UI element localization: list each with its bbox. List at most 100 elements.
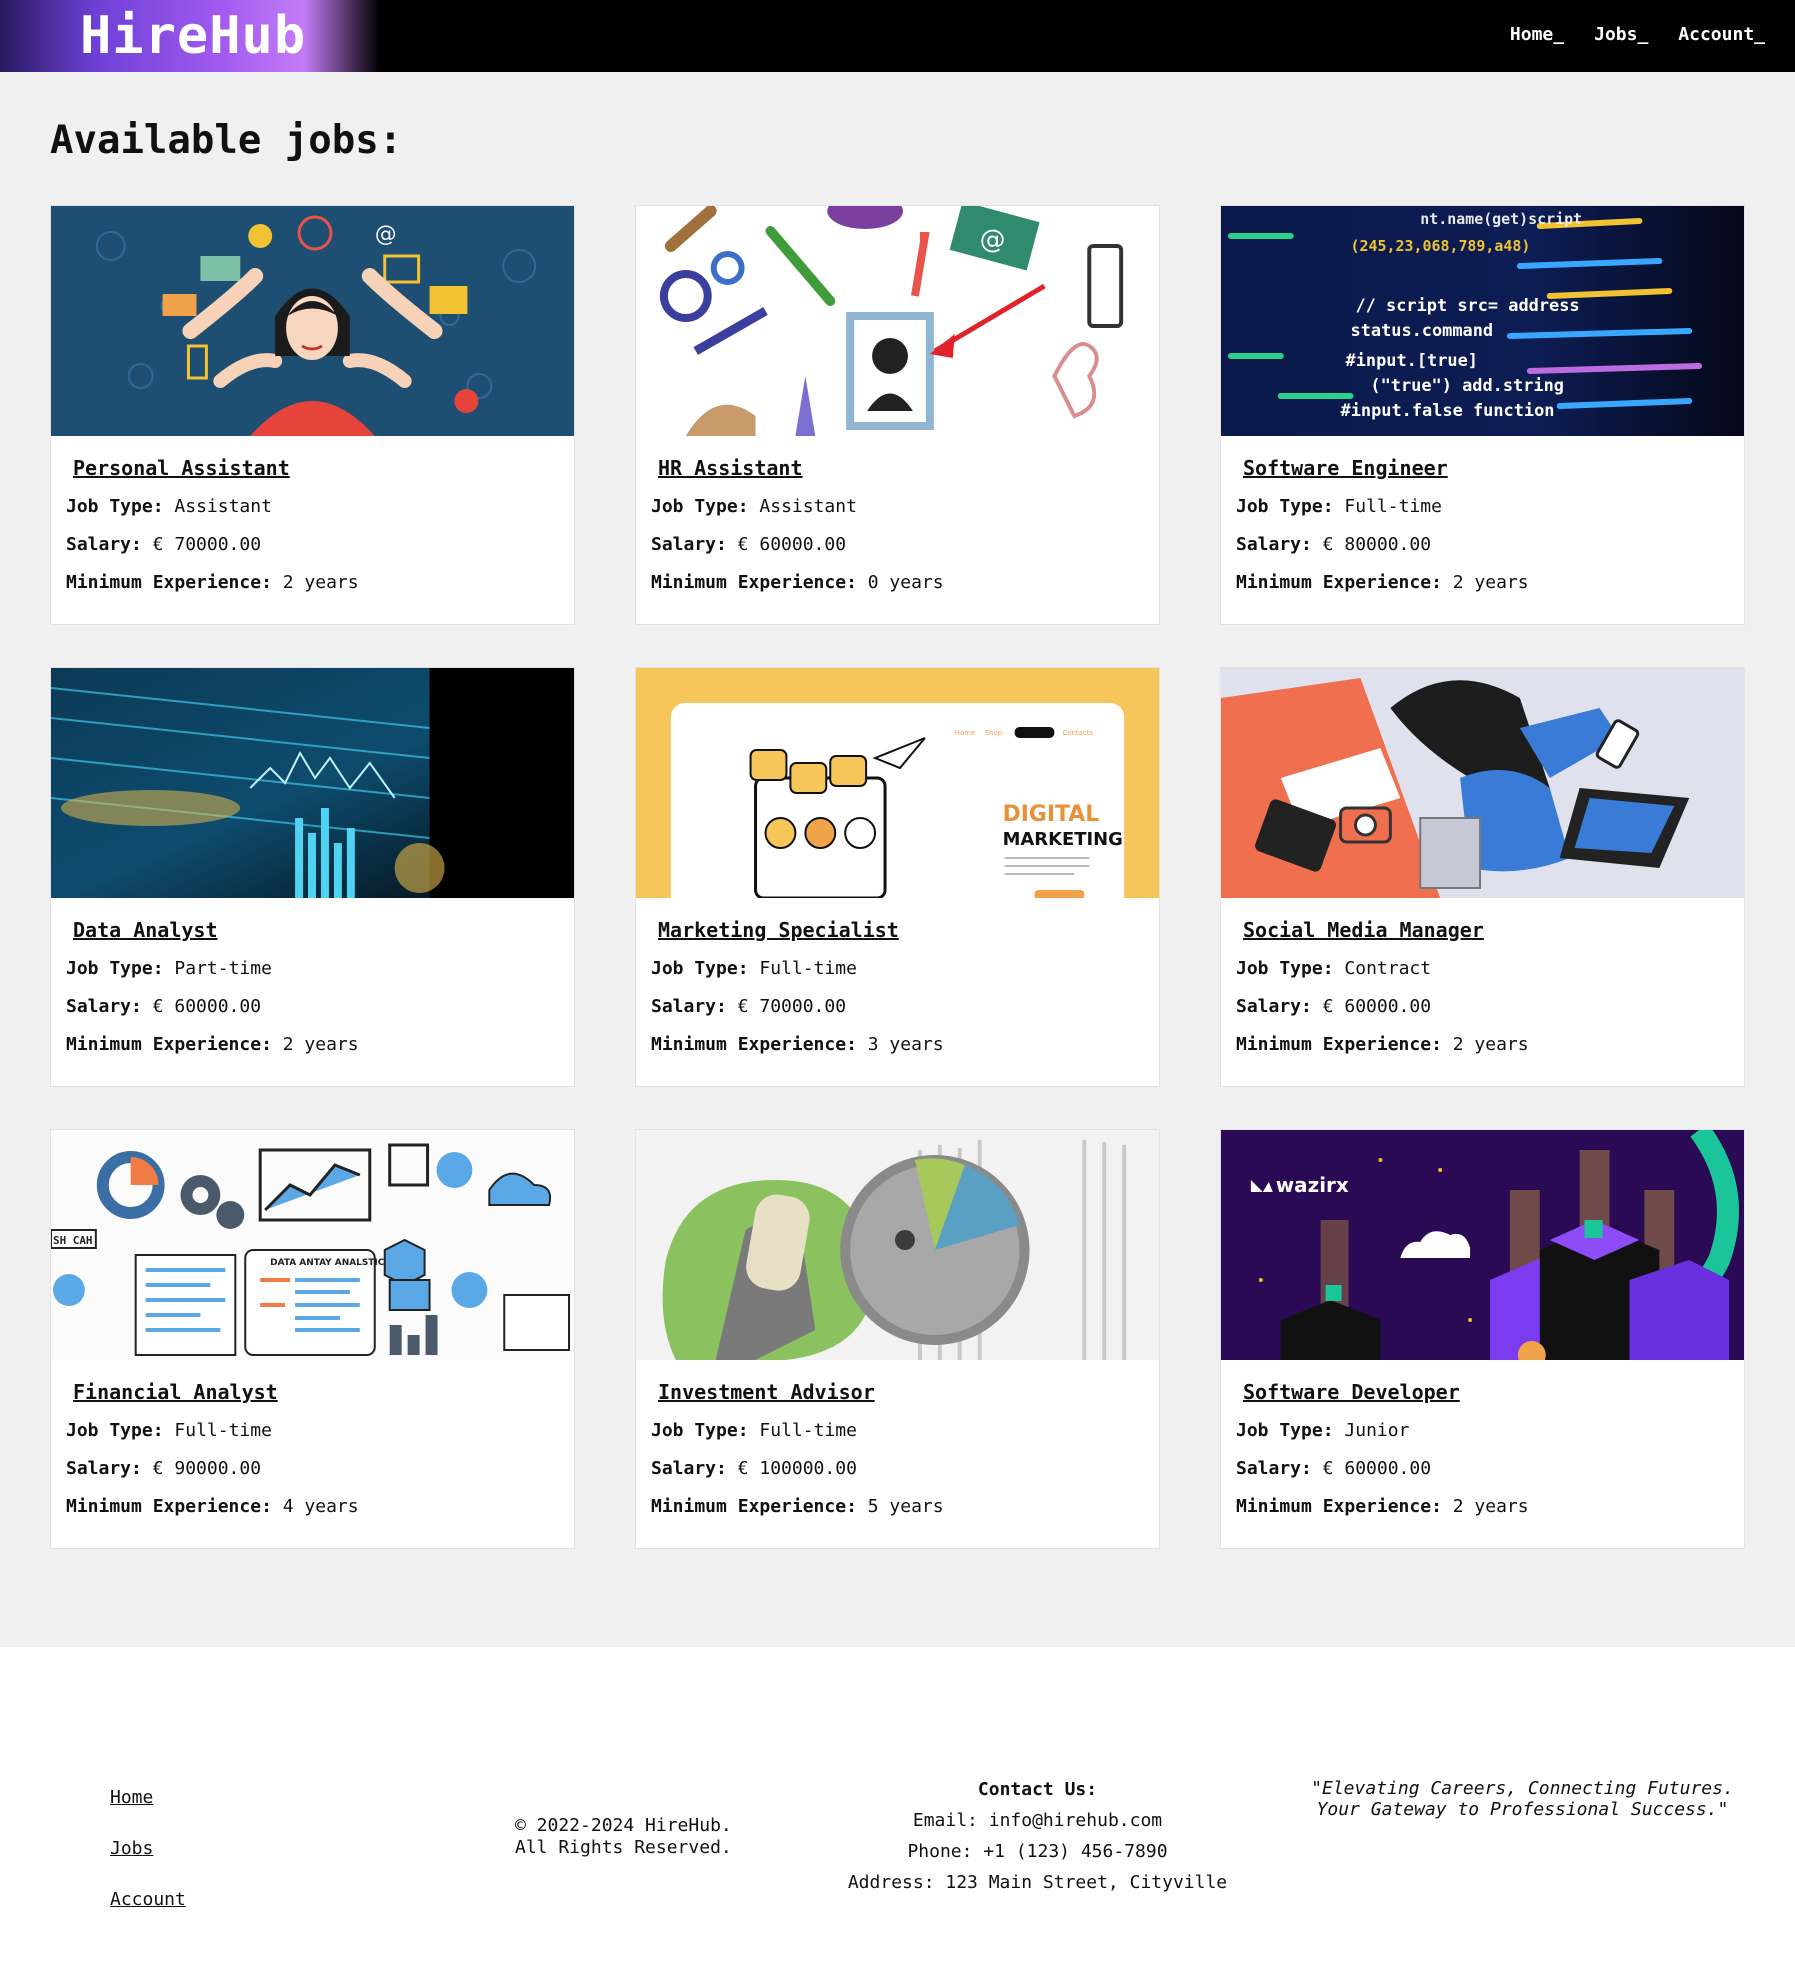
experience-label: Minimum Experience:	[651, 1496, 857, 1517]
job-title[interactable]: Software Engineer	[1243, 456, 1448, 480]
svg-text:@: @	[980, 225, 1006, 255]
job-type-field: Job Type: Part-time	[66, 958, 574, 979]
svg-text:status.command: status.command	[1351, 320, 1494, 340]
job-card[interactable]: Investment Advisor Job Type: Full-time S…	[635, 1129, 1160, 1549]
experience-label: Minimum Experience:	[1236, 1496, 1442, 1517]
experience-label: Minimum Experience:	[66, 572, 272, 593]
salary-value: € 90000.00	[152, 1458, 262, 1479]
job-type-field: Job Type: Full-time	[66, 1420, 574, 1441]
salary-value: € 60000.00	[152, 996, 262, 1017]
salary-label: Salary:	[1236, 1458, 1312, 1479]
footer-home-link[interactable]: Home	[110, 1787, 186, 1808]
job-card[interactable]: Home Shop Contacts DIGITAL MARKETING Marke…	[635, 667, 1160, 1087]
job-title[interactable]: Social Media Manager	[1243, 918, 1484, 942]
experience-label: Minimum Experience:	[651, 1034, 857, 1055]
experience-value: 3 years	[867, 1034, 944, 1055]
nav-account-link[interactable]: Account_	[1678, 24, 1765, 45]
brand-logo[interactable]: HireHub	[0, 0, 380, 72]
svg-text:#input.false function: #input.false function	[1341, 400, 1555, 420]
experience-value: 2 years	[282, 572, 359, 593]
site-footer: Home Jobs Account © 2022-2024 HireHub. A…	[0, 1647, 1795, 1970]
job-image-social-media-manager	[1221, 668, 1744, 898]
experience-label: Minimum Experience:	[66, 1034, 272, 1055]
brand-name[interactable]: HireHub	[80, 6, 306, 66]
contact-address: Address: 123 Main Street, Cityville	[847, 1872, 1228, 1893]
job-type-label: Job Type:	[66, 496, 164, 517]
job-type-field: Job Type: Full-time	[1236, 496, 1744, 517]
job-image-software-engineer: (245,23,068,789,a48) // script src= addr…	[1221, 206, 1744, 436]
salary-label: Salary:	[651, 534, 727, 555]
job-card[interactable]: Data Analyst Job Type: Part-time Salary:…	[50, 667, 575, 1087]
experience-field: Minimum Experience: 4 years	[66, 1496, 574, 1517]
job-type-label: Job Type:	[651, 958, 749, 979]
job-image-marketing-specialist: Home Shop Contacts DIGITAL MARKETING	[636, 668, 1159, 898]
experience-label: Minimum Experience:	[1236, 572, 1442, 593]
svg-text:@: @	[375, 222, 397, 247]
salary-value: € 70000.00	[152, 534, 262, 555]
job-type-value: Contract	[1344, 958, 1432, 979]
salary-value: € 60000.00	[1322, 996, 1432, 1017]
job-type-label: Job Type:	[651, 496, 749, 517]
experience-field: Minimum Experience: 3 years	[651, 1034, 1159, 1055]
job-type-value: Assistant	[174, 496, 272, 517]
job-title[interactable]: Investment Advisor	[658, 1380, 875, 1404]
experience-label: Minimum Experience:	[651, 572, 857, 593]
wazirx-logo-text: wazirx	[1276, 1173, 1349, 1197]
page-title: Available jobs:	[50, 118, 403, 163]
experience-field: Minimum Experience: 5 years	[651, 1496, 1159, 1517]
footer-links: Home Jobs Account	[110, 1787, 186, 1910]
job-image-hr-assistant: @	[636, 206, 1159, 436]
job-card[interactable]: @ HR Assistant Job Type: Assistant Salar…	[635, 205, 1160, 625]
nav-home-link[interactable]: Home_	[1510, 24, 1564, 45]
job-type-label: Job Type:	[651, 1420, 749, 1441]
salary-field: Salary: € 60000.00	[66, 996, 574, 1017]
job-grid: @ Personal Assistant Job Type: Assistant…	[50, 205, 1745, 1549]
svg-text:("true") add.string: ("true") add.string	[1370, 375, 1564, 395]
job-card[interactable]: wazirx Software Developer Job Type: Juni…	[1220, 1129, 1745, 1549]
svg-text:// script src= address: // script src= address	[1355, 295, 1579, 315]
job-type-value: Full-time	[1344, 496, 1442, 517]
job-image-software-developer: wazirx	[1221, 1130, 1744, 1360]
job-type-field: Job Type: Assistant	[651, 496, 1159, 517]
experience-field: Minimum Experience: 2 years	[66, 572, 574, 593]
job-card[interactable]: SH CAH DATA ANTAY ANALSTIC Financial Ana…	[50, 1129, 575, 1549]
salary-label: Salary:	[1236, 996, 1312, 1017]
job-type-value: Part-time	[174, 958, 272, 979]
job-title[interactable]: Data Analyst	[73, 918, 218, 942]
salary-field: Salary: € 60000.00	[1236, 1458, 1744, 1479]
job-title[interactable]: HR Assistant	[658, 456, 803, 480]
job-type-label: Job Type:	[1236, 958, 1334, 979]
job-card[interactable]: (245,23,068,789,a48) // script src= addr…	[1220, 205, 1745, 625]
salary-label: Salary:	[66, 996, 142, 1017]
job-title[interactable]: Software Developer	[1243, 1380, 1460, 1404]
salary-value: € 60000.00	[1322, 1458, 1432, 1479]
experience-field: Minimum Experience: 2 years	[1236, 572, 1744, 593]
nav-jobs-link[interactable]: Jobs_	[1594, 24, 1648, 45]
job-title[interactable]: Personal Assistant	[73, 456, 290, 480]
experience-field: Minimum Experience: 2 years	[1236, 1034, 1744, 1055]
digital-marketing-title: DIGITAL	[1003, 802, 1100, 827]
job-card[interactable]: @ Personal Assistant Job Type: Assistant…	[50, 205, 575, 625]
job-type-label: Job Type:	[1236, 1420, 1334, 1441]
contact-phone: Phone: +1 (123) 456-7890	[907, 1841, 1168, 1862]
experience-value: 2 years	[1452, 1034, 1529, 1055]
job-type-label: Job Type:	[1236, 496, 1334, 517]
footer-account-link[interactable]: Account	[110, 1889, 186, 1910]
salary-field: Salary: € 60000.00	[1236, 996, 1744, 1017]
copyright: © 2022-2024 HireHub. All Rights Reserved…	[515, 1815, 732, 1859]
job-title[interactable]: Marketing Specialist	[658, 918, 899, 942]
footer-jobs-link[interactable]: Jobs	[110, 1838, 186, 1859]
job-type-field: Job Type: Assistant	[66, 496, 574, 517]
contact-info: Contact Us: Email: info@hirehub.com Phon…	[810, 1774, 1265, 1898]
job-card[interactable]: Social Media Manager Job Type: Contract …	[1220, 667, 1745, 1087]
experience-value: 0 years	[867, 572, 944, 593]
contact-email: Email: info@hirehub.com	[912, 1810, 1163, 1831]
salary-value: € 70000.00	[737, 996, 847, 1017]
job-title[interactable]: Financial Analyst	[73, 1380, 278, 1404]
salary-label: Salary:	[1236, 534, 1312, 555]
top-navbar: HireHub Home_ Jobs_ Account_	[0, 0, 1795, 72]
salary-value: € 60000.00	[737, 534, 847, 555]
salary-field: Salary: € 100000.00	[651, 1458, 1159, 1479]
copyright-line-1: © 2022-2024 HireHub.	[515, 1815, 732, 1836]
salary-field: Salary: € 70000.00	[651, 996, 1159, 1017]
